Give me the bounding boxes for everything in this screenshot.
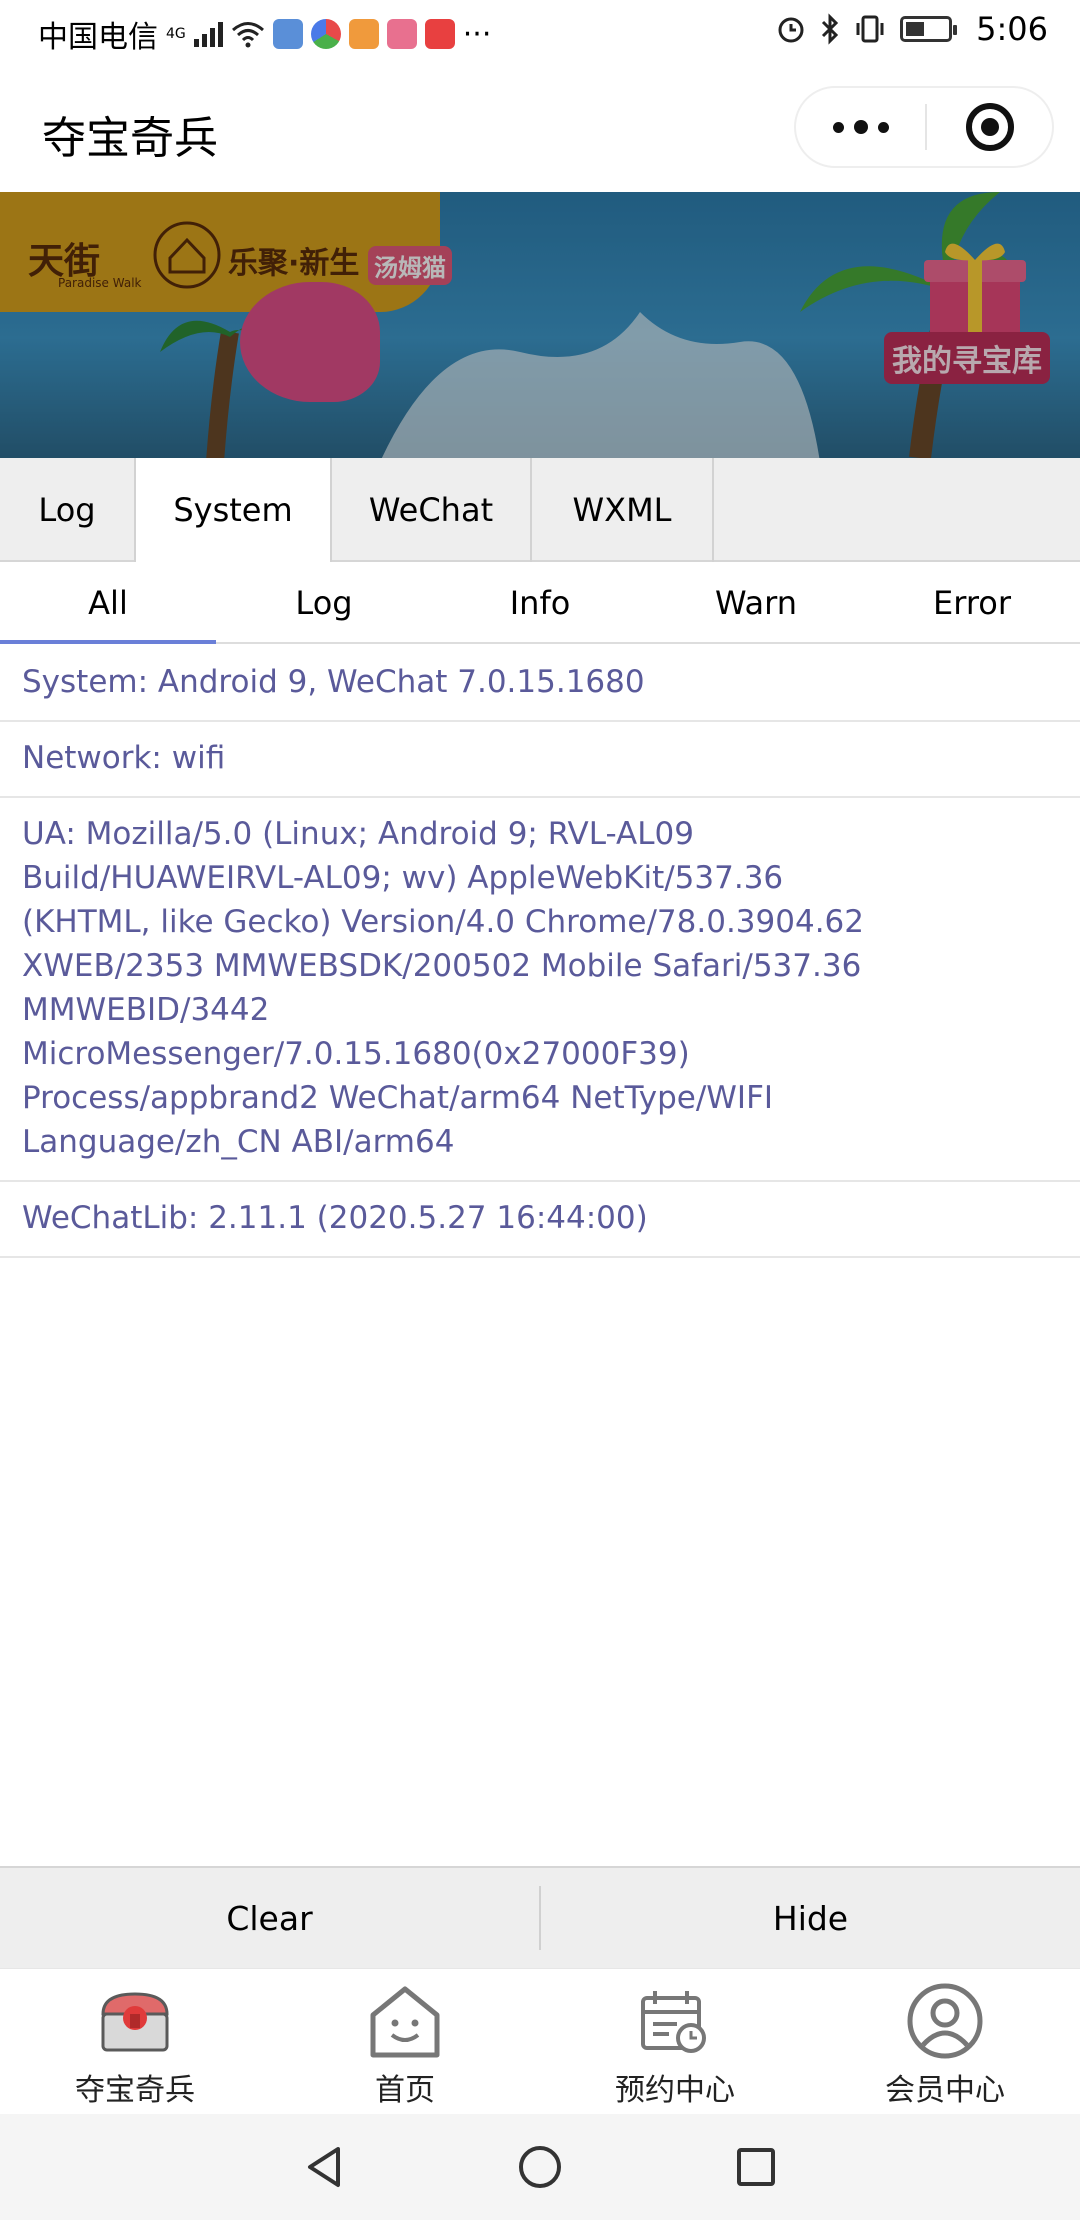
tabbar-label: 首页 bbox=[375, 2073, 435, 2108]
filter-tab-log[interactable]: Log bbox=[216, 564, 432, 642]
bottom-tab-bar: 夺宝奇兵 首页 预约中心 会员中心 bbox=[0, 1968, 1080, 2114]
more-dots-icon[interactable] bbox=[796, 88, 925, 166]
tab-log[interactable]: Log bbox=[0, 458, 136, 562]
app-notification-icon bbox=[424, 19, 455, 49]
title-bar: 夺宝奇兵 bbox=[0, 62, 1080, 192]
tab-wxml[interactable]: WXML bbox=[532, 458, 714, 562]
status-bar: 中国电信 4G ··· 5:06 bbox=[0, 0, 1080, 62]
log-entry-user-agent: UA: Mozilla/5.0 (Linux; Android 9; RVL-A… bbox=[0, 798, 1080, 1182]
recents-icon[interactable] bbox=[734, 2145, 778, 2189]
log-entry-wechatlib: WeChatLib: 2.11.1 (2020.5.27 16:44:00) bbox=[0, 1182, 1080, 1258]
system-navigation-bar bbox=[0, 2114, 1080, 2220]
console-action-bar: Clear Hide bbox=[0, 1866, 1080, 1968]
treasure-chest-icon bbox=[93, 1979, 177, 2063]
back-icon[interactable] bbox=[302, 2143, 346, 2191]
tabbar-item-treasure[interactable]: 夺宝奇兵 bbox=[0, 1969, 270, 2114]
log-list: System: Android 9, WeChat 7.0.15.1680 Ne… bbox=[0, 646, 1080, 1258]
bluetooth-icon bbox=[822, 13, 839, 45]
log-entry-network: Network: wifi bbox=[0, 722, 1080, 798]
app-notification-icon bbox=[386, 19, 417, 49]
log-filter-tabs: All Log Info Warn Error bbox=[0, 564, 1080, 644]
tab-wechat[interactable]: WeChat bbox=[332, 458, 532, 562]
hide-button[interactable]: Hide bbox=[541, 1868, 1080, 1968]
carrier-label: 中国电信 bbox=[38, 20, 158, 55]
network-type-label: 4G bbox=[166, 26, 186, 42]
signal-icon bbox=[193, 21, 223, 47]
vibrate-icon bbox=[856, 15, 884, 43]
miniprogram-capsule bbox=[794, 86, 1054, 168]
banner-overlay bbox=[0, 192, 1080, 458]
app-notification-icon bbox=[348, 19, 379, 49]
tabbar-label: 夺宝奇兵 bbox=[75, 2073, 195, 2108]
clear-button[interactable]: Clear bbox=[0, 1868, 539, 1968]
tabbar-label: 会员中心 bbox=[885, 2073, 1005, 2108]
home-icon bbox=[363, 1979, 447, 2063]
tab-system[interactable]: System bbox=[136, 458, 332, 562]
log-entry-system: System: Android 9, WeChat 7.0.15.1680 bbox=[0, 646, 1080, 722]
calendar-clock-icon bbox=[633, 1979, 717, 2063]
filter-tab-warn[interactable]: Warn bbox=[648, 564, 864, 642]
main-tabs: Log System WeChat WXML bbox=[0, 458, 1080, 562]
tabbar-item-home[interactable]: 首页 bbox=[270, 1969, 540, 2114]
page-title: 夺宝奇兵 bbox=[42, 113, 218, 164]
clock: 5:06 bbox=[976, 10, 1048, 48]
filter-tab-info[interactable]: Info bbox=[432, 564, 648, 642]
wifi-icon bbox=[231, 22, 264, 48]
alarm-icon bbox=[778, 17, 804, 43]
battery-icon bbox=[900, 16, 958, 42]
close-miniprogram-icon[interactable] bbox=[927, 88, 1052, 166]
tabbar-item-booking[interactable]: 预约中心 bbox=[540, 1969, 810, 2114]
filter-tab-all[interactable]: All bbox=[0, 564, 216, 644]
home-circle-icon[interactable] bbox=[516, 2143, 564, 2191]
app-notification-icon bbox=[310, 19, 341, 49]
tabbar-item-member[interactable]: 会员中心 bbox=[810, 1969, 1080, 2114]
app-notification-icon bbox=[272, 19, 303, 49]
user-profile-icon bbox=[903, 1979, 987, 2063]
tabbar-label: 预约中心 bbox=[615, 2073, 735, 2108]
filter-tab-error[interactable]: Error bbox=[864, 564, 1080, 642]
promo-banner[interactable]: 天街 Paradise Walk 乐聚·新生 汤姆猫 我的寻宝库 bbox=[0, 192, 1080, 458]
notification-more: ··· bbox=[462, 16, 492, 52]
